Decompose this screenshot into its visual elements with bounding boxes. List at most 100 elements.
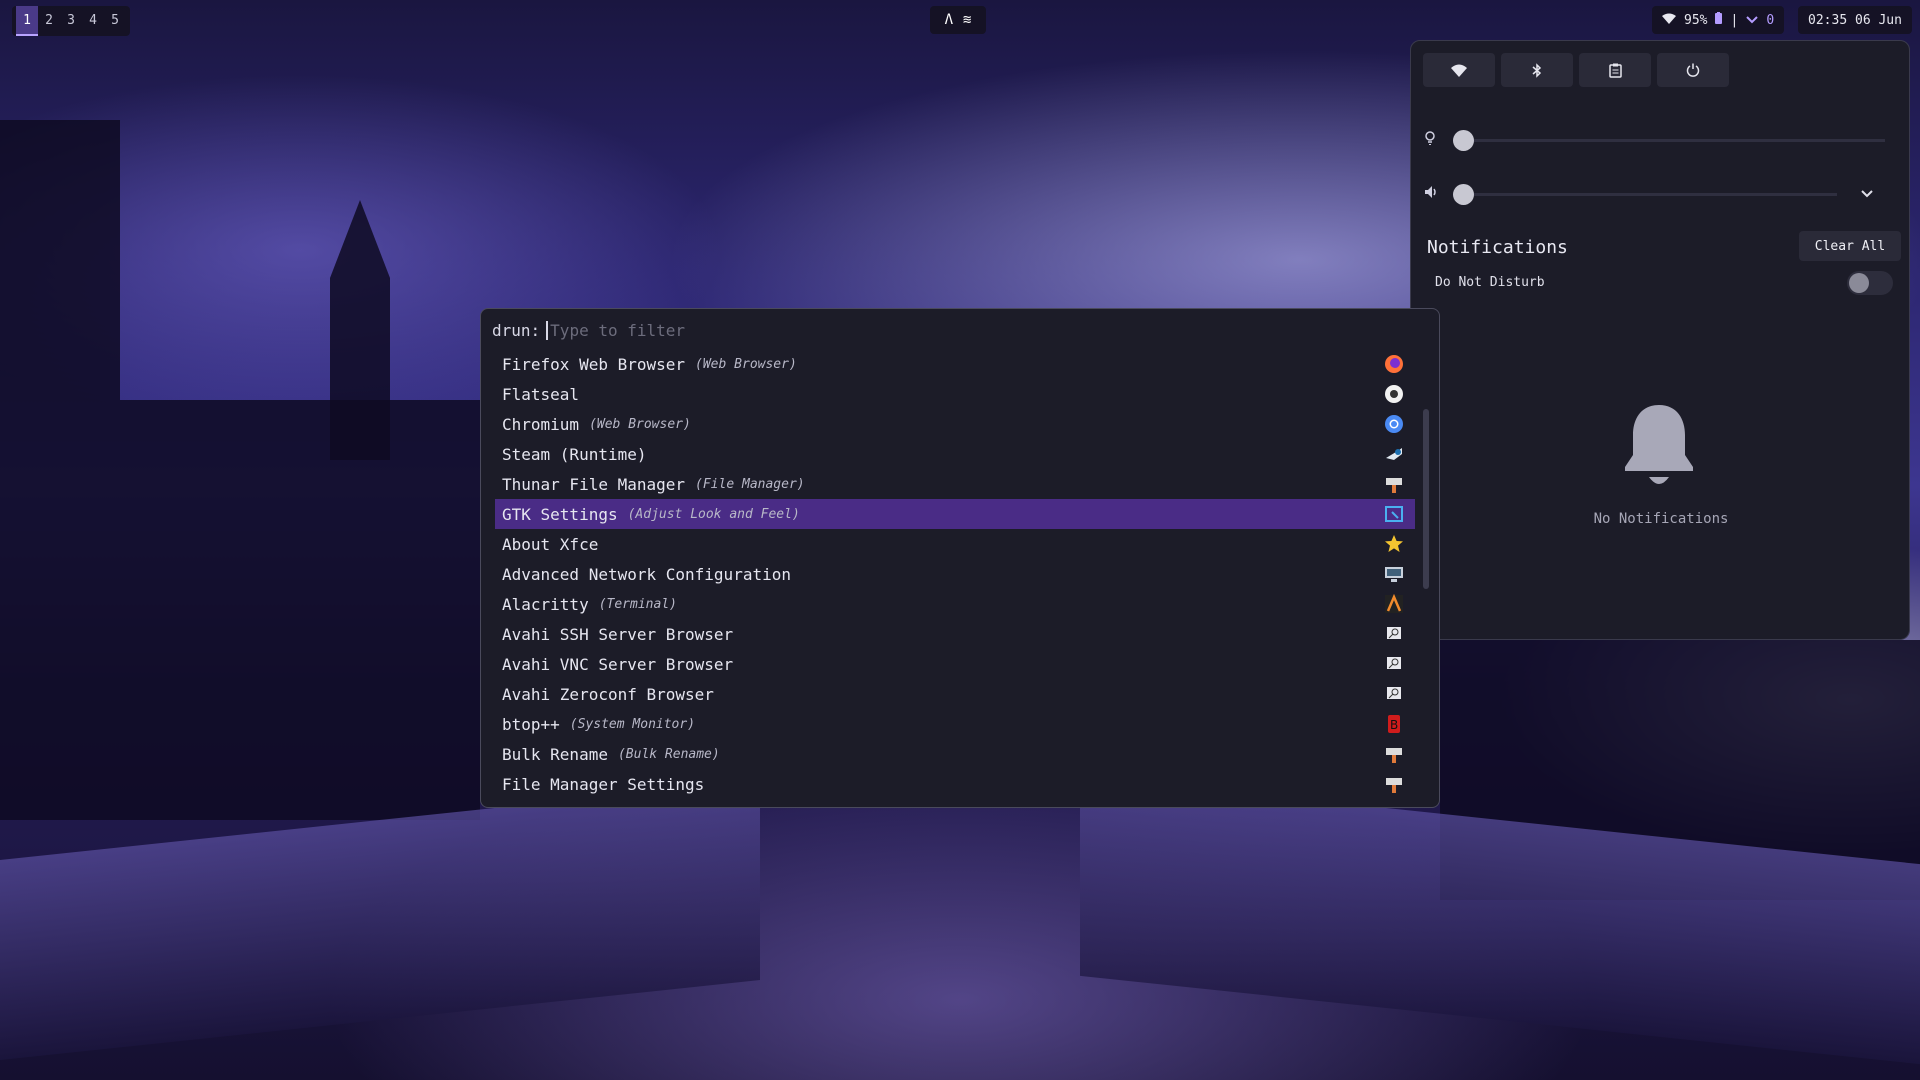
list-item[interactable]: Thunar File Manager (File Manager) [495,469,1415,499]
list-item[interactable]: Avahi VNC Server Browser [495,649,1415,679]
clipboard-icon [1608,63,1622,78]
wifi-icon [1662,13,1676,28]
wifi-toggle-button[interactable] [1423,53,1495,87]
avahi-icon [1383,653,1405,675]
launcher-prompt: drun: [492,321,1047,340]
list-item[interactable]: Chromium (Web Browser) [495,409,1415,439]
separator: | [1730,12,1739,28]
bluetooth-toggle-button[interactable] [1501,53,1573,87]
notifications-title: Notifications [1427,237,1568,258]
list-item[interactable]: File Manager Settings [495,769,1415,799]
workspace-switcher: 1 2 3 4 5 [12,6,130,36]
empty-notifications-text: No Notifications [1593,511,1729,527]
app-name: Advanced Network Configuration [502,564,791,584]
app-name: Avahi VNC Server Browser [502,654,734,674]
app-name: GTK Settings [502,504,618,524]
tray-app-icon[interactable]: Λ [945,12,953,28]
scrollbar[interactable] [1423,409,1429,589]
list-item[interactable]: Alacritty (Terminal) [495,589,1415,619]
list-item[interactable]: Advanced Network Configuration [495,559,1415,589]
list-item[interactable]: Firefox Web Browser (Web Browser) [495,349,1415,379]
star-icon [1383,533,1405,555]
brightness-icon [1425,131,1441,149]
app-generic-name: (Terminal) [598,596,677,612]
brightness-slider[interactable] [1453,129,1885,151]
list-item[interactable]: Avahi SSH Server Browser [495,619,1415,649]
workspace-button[interactable]: 4 [82,6,104,36]
bulk-rename-icon [1383,743,1405,765]
brightness-row [1425,129,1895,151]
quick-settings-row [1423,53,1729,87]
alacritty-icon [1383,593,1405,615]
network-icon [1383,563,1405,585]
thunar-icon [1383,473,1405,495]
app-list: Firefox Web Browser (Web Browser) Flatse… [495,349,1415,799]
gtk-settings-icon [1383,503,1405,525]
notification-chevron-icon [1746,13,1759,28]
list-item[interactable]: Bulk Rename (Bulk Rename) [495,739,1415,769]
system-tray: Λ ≋ [930,6,986,34]
app-name: Flatseal [502,384,580,404]
app-name: About Xfce [502,534,599,554]
list-item[interactable]: btop++ (System Monitor) B [495,709,1415,739]
app-generic-name: (Web Browser) [695,356,797,372]
do-not-disturb-toggle[interactable] [1847,271,1893,295]
wifi-icon [1451,64,1467,77]
status-area[interactable]: 95% | 0 [1652,6,1785,34]
svg-text:B: B [1390,718,1398,732]
btop-icon: B [1383,713,1405,735]
workspace-button[interactable]: 2 [38,6,60,36]
file-manager-settings-icon [1383,773,1405,795]
workspace-button[interactable]: 1 [16,6,38,36]
app-name: Firefox Web Browser [502,354,686,374]
app-name: btop++ [502,714,560,734]
chevron-down-icon[interactable] [1861,186,1873,202]
list-item[interactable]: Avahi Zeroconf Browser [495,679,1415,709]
bell-icon [1621,401,1697,491]
slider-knob[interactable] [1453,129,1474,151]
clipboard-button[interactable] [1579,53,1651,87]
firefox-icon [1383,353,1405,375]
app-launcher: drun: Firefox Web Browser (Web Browser) … [480,308,1440,808]
app-generic-name: (Adjust Look and Feel) [627,506,800,522]
app-name: Alacritty [502,594,589,614]
workspace-button[interactable]: 5 [104,6,126,36]
app-name: Bulk Rename [502,744,608,764]
filter-input[interactable] [546,321,1047,340]
app-name: Thunar File Manager [502,474,686,494]
app-name: File Manager Settings [502,774,705,794]
app-name: Steam (Runtime) [502,444,647,464]
list-item[interactable]: About Xfce [495,529,1415,559]
tray-app-icon[interactable]: ≋ [963,12,971,28]
power-icon [1686,63,1700,77]
app-name: Avahi SSH Server Browser [502,624,734,644]
top-bar: 1 2 3 4 5 Λ ≋ 95% | 0 02:35 06 Jun [0,0,1920,38]
battery-percent: 95% [1684,12,1708,28]
app-generic-name: (Bulk Rename) [617,746,720,762]
clear-all-button[interactable]: Clear All [1799,231,1901,261]
list-item-selected[interactable]: GTK Settings (Adjust Look and Feel) [495,499,1415,529]
app-name: Avahi Zeroconf Browser [502,684,714,704]
power-button[interactable] [1657,53,1729,87]
notification-count: 0 [1766,12,1775,28]
avahi-icon [1383,683,1405,705]
volume-row [1425,183,1895,205]
volume-icon [1425,186,1441,202]
avahi-icon [1383,623,1405,645]
workspace-button[interactable]: 3 [60,6,82,36]
app-generic-name: (System Monitor) [569,716,696,732]
bluetooth-icon [1532,62,1542,78]
flatseal-icon [1383,383,1405,405]
toggle-knob [1849,273,1869,293]
list-item[interactable]: Steam (Runtime) [495,439,1415,469]
volume-slider[interactable] [1453,183,1837,205]
clock[interactable]: 02:35 06 Jun [1798,6,1912,34]
app-generic-name: (Web Browser) [589,416,691,432]
steam-icon [1383,443,1405,465]
battery-icon [1715,12,1723,28]
app-name: Chromium [502,414,580,434]
app-generic-name: (File Manager) [695,476,805,492]
list-item[interactable]: Flatseal [495,379,1415,409]
control-center-panel: Notifications Clear All Do Not Disturb N… [1410,40,1910,640]
slider-knob[interactable] [1453,183,1474,205]
